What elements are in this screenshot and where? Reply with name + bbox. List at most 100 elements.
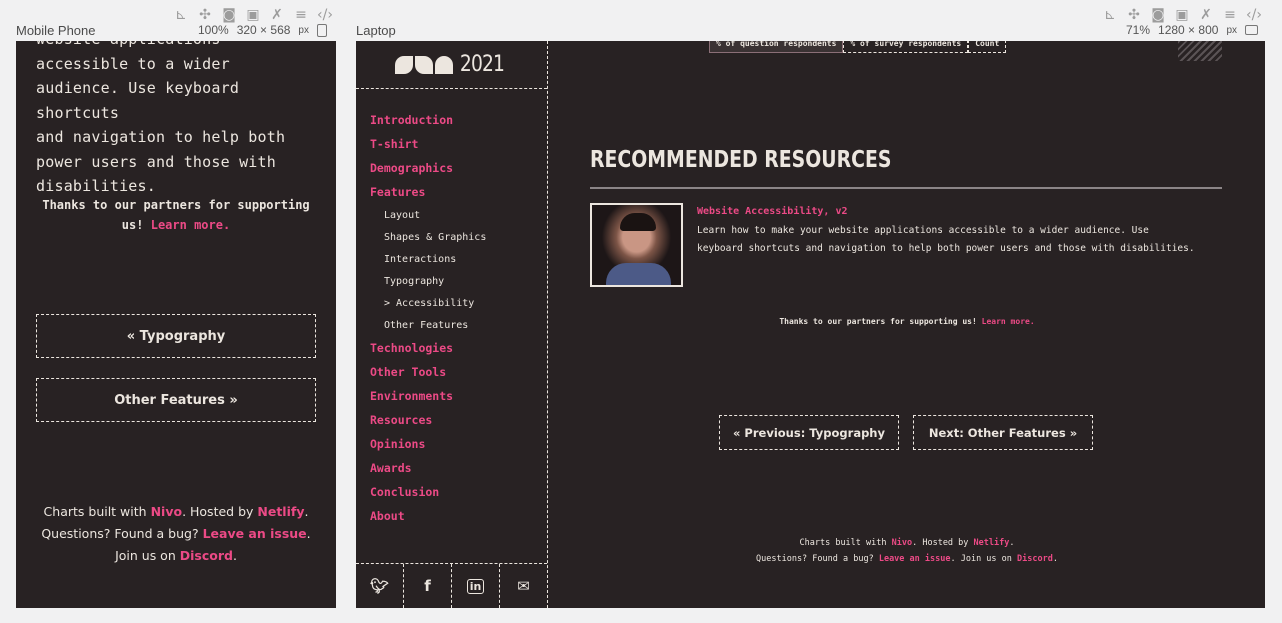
sidebar-item-demographics[interactable]: Demographics	[370, 159, 540, 183]
mobile-zoom[interactable]: 100%	[198, 23, 229, 37]
sidebar-item-features[interactable]: Features	[370, 183, 540, 207]
mobile-device-label: Mobile Phone	[16, 23, 96, 38]
settings-sliders-icon[interactable]: ≡	[1221, 6, 1239, 24]
footer-text: . Hosted by	[182, 504, 254, 519]
sidebar-item-t-shirt[interactable]: T-shirt	[370, 135, 540, 159]
twitter-icon[interactable]: 🐦︎	[356, 564, 404, 608]
decorative-hatch	[1178, 41, 1222, 61]
resource-description: Learn how to make your website applicati…	[697, 225, 1195, 254]
text-line: website applications	[36, 41, 321, 52]
resource-description: website applications accessible to a wid…	[36, 41, 321, 199]
sidebar-item-opinions[interactable]: Opinions	[370, 435, 540, 459]
text-line: audience. Use keyboard shortcuts	[36, 79, 240, 122]
next-page-button[interactable]: Next: Other Features »	[913, 415, 1093, 450]
device-rotate-icon[interactable]	[1245, 25, 1258, 35]
mobile-size[interactable]: 320 × 568	[237, 23, 291, 37]
sidebar-item-other-features[interactable]: Other Features	[370, 317, 540, 339]
footer-text: . Join us on	[950, 554, 1012, 564]
text-line: accessible to a wider	[36, 54, 230, 73]
divider	[590, 187, 1222, 189]
partners-note: Thanks to our partners for supporting us…	[36, 195, 316, 235]
learn-more-link[interactable]: Learn more.	[151, 218, 230, 232]
leave-issue-link[interactable]: Leave an issue	[879, 554, 951, 564]
netlify-link[interactable]: Netlify	[974, 538, 1010, 548]
learn-more-link[interactable]: Learn more.	[982, 317, 1035, 326]
sidebar-item-layout[interactable]: Layout	[370, 207, 540, 229]
camera-icon[interactable]: ◙	[220, 6, 238, 24]
laptop-meta: 71% 1280 × 800 px	[1126, 23, 1258, 37]
previous-page-button[interactable]: « Typography	[36, 314, 316, 358]
footer-text: Questions? Found a bug?	[41, 526, 199, 541]
resource-title-link[interactable]: Website Accessibility, v2	[697, 206, 848, 217]
sidebar-item-typography[interactable]: Typography	[370, 273, 540, 295]
ruler-icon[interactable]: ⊾	[1101, 6, 1119, 24]
extension-icon[interactable]: ✣	[196, 6, 214, 24]
sidebar-item-technologies[interactable]: Technologies	[370, 339, 540, 363]
footer: Charts built with Nivo. Hosted by Netlif…	[36, 501, 316, 567]
footer-text: .	[304, 504, 309, 519]
footer: Charts built with Nivo. Hosted by Netlif…	[549, 535, 1265, 567]
logo-year: 2021	[459, 52, 505, 77]
laptop-device-label: Laptop	[356, 23, 396, 38]
tools-icon[interactable]: ✗	[268, 6, 286, 24]
nivo-link[interactable]: Nivo	[892, 538, 912, 548]
mobile-preview: website applications accessible to a wid…	[16, 41, 336, 608]
section-title: RECOMMENDED RESOURCES	[590, 147, 892, 173]
device-rotate-icon[interactable]	[316, 23, 327, 37]
tab-count[interactable]: Count	[968, 41, 1007, 53]
footer-text: .	[1052, 554, 1058, 564]
sidebar-nav: Introduction T-shirt Demographics Features L…	[370, 111, 540, 531]
sidebar-item-environments[interactable]: Environments	[370, 387, 540, 411]
image-icon[interactable]: ▣	[1173, 6, 1191, 24]
image-icon[interactable]: ▣	[244, 6, 262, 24]
sidebar: 2021 Introduction T-shirt Demographics Feat…	[356, 41, 548, 608]
code-icon[interactable]: ‹/›	[1245, 6, 1263, 24]
footer-text: .	[232, 548, 237, 563]
email-icon[interactable]: ✉	[500, 564, 547, 608]
sidebar-item-other-tools[interactable]: Other Tools	[370, 363, 540, 387]
discord-link[interactable]: Discord	[1017, 554, 1053, 564]
footer-text: .	[1009, 538, 1015, 548]
next-page-button[interactable]: Other Features »	[36, 378, 316, 422]
sidebar-item-resources[interactable]: Resources	[370, 411, 540, 435]
ruler-icon[interactable]: ⊾	[172, 6, 190, 24]
laptop-preview: 2021 Introduction T-shirt Demographics Feat…	[356, 41, 1265, 608]
code-icon[interactable]: ‹/›	[316, 6, 334, 24]
laptop-zoom[interactable]: 71%	[1126, 23, 1150, 37]
logo[interactable]: 2021	[356, 41, 547, 89]
discord-link[interactable]: Discord	[180, 548, 233, 563]
mobile-unit: px	[298, 24, 309, 36]
tab-question-respondents[interactable]: % of question respondents	[709, 41, 844, 53]
resource-author-avatar[interactable]	[590, 203, 683, 287]
facebook-icon[interactable]: f	[404, 564, 452, 608]
mobile-tools: ⊾ ✣ ◙ ▣ ✗ ≡ ‹/›	[172, 6, 334, 24]
laptop-size[interactable]: 1280 × 800	[1158, 23, 1218, 37]
social-links: 🐦︎ f in ✉	[356, 563, 547, 608]
linkedin-icon[interactable]: in	[452, 564, 500, 608]
sidebar-item-introduction[interactable]: Introduction	[370, 111, 540, 135]
tools-icon[interactable]: ✗	[1197, 6, 1215, 24]
sidebar-item-about[interactable]: About	[370, 507, 540, 531]
extension-icon[interactable]: ✣	[1125, 6, 1143, 24]
sidebar-item-conclusion[interactable]: Conclusion	[370, 483, 540, 507]
sidebar-item-awards[interactable]: Awards	[370, 459, 540, 483]
sidebar-item-accessibility[interactable]: > Accessibility	[370, 295, 540, 317]
text-line: power users and those with	[36, 152, 276, 171]
unit-tabs: % of question respondents % of survey re…	[709, 41, 1007, 53]
footer-text: Questions? Found a bug?	[756, 554, 874, 564]
camera-icon[interactable]: ◙	[1149, 6, 1167, 24]
footer-text: . Hosted by	[912, 538, 969, 548]
main-content: % of question respondents % of survey re…	[549, 41, 1265, 608]
laptop-unit: px	[1226, 24, 1237, 36]
tab-survey-respondents[interactable]: % of survey respondents	[843, 41, 969, 53]
partners-text: Thanks to our partners for supporting us…	[779, 317, 977, 326]
settings-sliders-icon[interactable]: ≡	[292, 6, 310, 24]
sidebar-item-shapes-graphics[interactable]: Shapes & Graphics	[370, 229, 540, 251]
partners-note: Thanks to our partners for supporting us…	[549, 317, 1265, 326]
previous-page-button[interactable]: « Previous: Typography	[719, 415, 899, 450]
sidebar-item-interactions[interactable]: Interactions	[370, 251, 540, 273]
footer-text: Charts built with	[43, 504, 147, 519]
nivo-link[interactable]: Nivo	[151, 504, 182, 519]
netlify-link[interactable]: Netlify	[257, 504, 304, 519]
leave-issue-link[interactable]: Leave an issue	[203, 526, 307, 541]
